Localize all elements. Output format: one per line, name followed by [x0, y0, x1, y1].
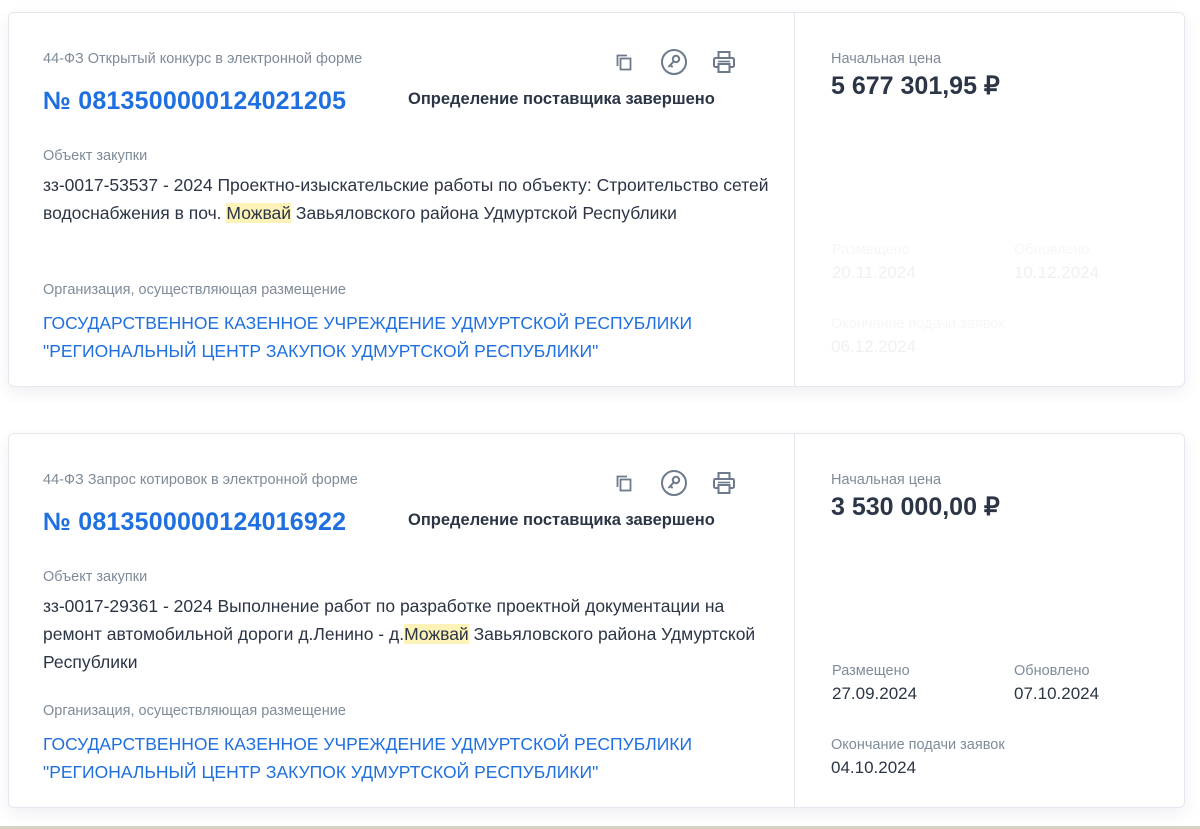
initial-price: 5 677 301,95 ₽ [831, 72, 1000, 100]
procurement-status: Определение поставщика завершено [408, 90, 715, 108]
updated-date-block: Обновлено 07.10.2024 [1014, 663, 1099, 704]
initial-price: 3 530 000,00 ₽ [831, 493, 1000, 521]
price-label: Начальная цена [831, 51, 942, 67]
updated-date-block: Обновлено 10.12.2024 [1014, 242, 1099, 283]
card-actions [609, 47, 739, 77]
updated-label: Обновлено [1014, 663, 1090, 679]
organization-label: Организация, осуществляющая размещение [43, 282, 346, 298]
search-highlight: Можвай [404, 624, 469, 644]
placed-date: 20.11.2024 [832, 263, 916, 282]
procurement-card: 44-ФЗ Запрос котировок в электронной фор… [8, 433, 1185, 808]
procurement-card: 44-ФЗ Открытый конкурс в электронной фор… [8, 12, 1185, 387]
placed-date: 27.09.2024 [832, 684, 918, 703]
placed-date-block: Размещено 27.09.2024 [832, 663, 917, 704]
price-label: Начальная цена [831, 472, 942, 488]
card-price-panel: Начальная цена 5 677 301,95 ₽ Размещено … [794, 13, 1184, 386]
key-icon[interactable] [659, 47, 689, 77]
law-type-label: 44-ФЗ Открытый конкурс в электронной фор… [43, 51, 363, 67]
card-main-info: 44-ФЗ Открытый конкурс в электронной фор… [9, 13, 794, 386]
card-actions [609, 468, 739, 498]
registry-number-link[interactable]: № 0813500000124016922 [43, 508, 346, 537]
procurement-status: Определение поставщика завершено [408, 511, 715, 529]
object-label: Объект закупки [43, 569, 148, 585]
updated-date: 10.12.2024 [1014, 263, 1100, 282]
placed-label: Размещено [832, 663, 910, 679]
end-date-block: Окончание подачи заявок 04.10.2024 [831, 737, 1005, 778]
copy-icon[interactable] [609, 468, 639, 498]
updated-label: Обновлено [1014, 242, 1090, 258]
placed-date-block: Размещено 20.11.2024 [832, 242, 916, 283]
copy-icon[interactable] [609, 47, 639, 77]
organization-link[interactable]: ГОСУДАРСТВЕННОЕ КАЗЕННОЕ УЧРЕЖДЕНИЕ УДМУ… [43, 730, 763, 786]
end-date: 04.10.2024 [831, 758, 917, 777]
print-icon[interactable] [709, 468, 739, 498]
end-date-block: Окончание подачи заявок 06.12.2024 [831, 316, 1005, 357]
organization-link[interactable]: ГОСУДАРСТВЕННОЕ КАЗЕННОЕ УЧРЕЖДЕНИЕ УДМУ… [43, 309, 763, 365]
registry-number-link[interactable]: № 0813500000124021205 [43, 87, 346, 116]
key-icon[interactable] [659, 468, 689, 498]
law-type-label: 44-ФЗ Запрос котировок в электронной фор… [43, 472, 358, 488]
search-results-page: 44-ФЗ Открытый конкурс в электронной фор… [0, 0, 1200, 829]
card-main-info: 44-ФЗ Запрос котировок в электронной фор… [9, 434, 794, 807]
print-icon[interactable] [709, 47, 739, 77]
end-label: Окончание подачи заявок [831, 316, 1005, 332]
organization-label: Организация, осуществляющая размещение [43, 703, 346, 719]
object-text-end: Завьяловского района Удмуртской Республи… [291, 203, 677, 223]
placed-label: Размещено [832, 242, 910, 258]
search-highlight: Можвай [226, 203, 292, 223]
end-label: Окончание подачи заявок [831, 737, 1005, 753]
object-description: зз-0017-29361 - 2024 Выполнение работ по… [43, 592, 783, 676]
card-price-panel: Начальная цена 3 530 000,00 ₽ Размещено … [794, 434, 1184, 807]
end-date: 06.12.2024 [831, 337, 917, 356]
updated-date: 07.10.2024 [1014, 684, 1100, 703]
object-description: зз-0017-53537 - 2024 Проектно-изыскатель… [43, 171, 783, 227]
object-label: Объект закупки [43, 148, 148, 164]
